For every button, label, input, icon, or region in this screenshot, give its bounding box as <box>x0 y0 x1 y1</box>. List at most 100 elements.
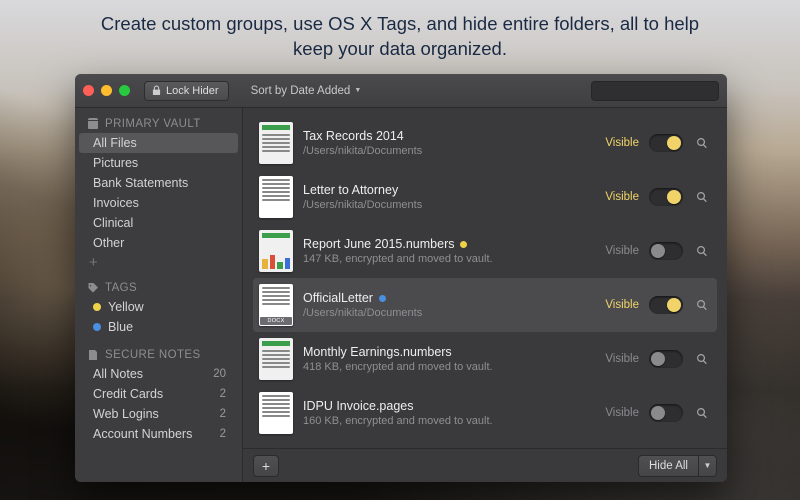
file-thumbnail <box>259 392 293 434</box>
traffic-lights <box>83 85 130 96</box>
file-row[interactable]: DOCXOfficialLetter/Users/nikita/Document… <box>253 278 717 332</box>
file-thumbnail <box>259 230 293 272</box>
toggle-knob <box>651 406 665 420</box>
add-file-button[interactable]: + <box>253 455 279 477</box>
reveal-in-finder-button[interactable] <box>693 188 711 206</box>
visibility-label: Visible <box>595 245 639 257</box>
file-list: Tax Records 2014/Users/nikita/Documents V… <box>243 108 727 448</box>
search-icon <box>696 245 708 257</box>
tag-color-dot <box>460 241 467 248</box>
file-subtitle: 147 KB, encrypted and moved to vault. <box>303 253 585 265</box>
sidebar: PRIMARY VAULT All Files Pictures Bank Stat… <box>75 108 243 482</box>
section-header-tags: TAGS <box>75 278 242 297</box>
close-icon[interactable] <box>83 85 94 96</box>
search-icon <box>696 407 708 419</box>
tag-icon <box>87 282 99 294</box>
toggle-knob <box>667 136 681 150</box>
section-header-label: PRIMARY VAULT <box>105 118 201 130</box>
file-meta: IDPU Invoice.pages160 KB, encrypted and … <box>303 399 585 427</box>
visibility-toggle[interactable] <box>649 188 683 206</box>
section-header-label: SECURE NOTES <box>105 349 201 361</box>
marketing-tagline: Create custom groups, use OS X Tags, and… <box>0 12 800 62</box>
sidebar-item-invoices[interactable]: Invoices <box>79 193 238 213</box>
reveal-in-finder-button[interactable] <box>693 350 711 368</box>
lock-hider-button[interactable]: Lock Hider <box>144 81 229 101</box>
reveal-in-finder-button[interactable] <box>693 134 711 152</box>
section-header-label: TAGS <box>105 282 137 294</box>
file-row[interactable]: Tax Records 2014/Users/nikita/DocumentsV… <box>253 116 717 170</box>
notes-icon <box>87 349 99 361</box>
visibility-toggle[interactable] <box>649 296 683 314</box>
file-name: Monthly Earnings.numbers <box>303 345 585 359</box>
sidebar-note-web-logins[interactable]: Web Logins2 <box>79 404 238 424</box>
file-row[interactable]: Report June 2015.numbers 147 KB, encrypte… <box>253 224 717 278</box>
section-header-secure-notes: SECURE NOTES <box>75 345 242 364</box>
search-input[interactable] <box>602 85 727 97</box>
file-subtitle: /Users/nikita/Documents <box>303 307 585 319</box>
sidebar-item-label: Pictures <box>93 156 138 170</box>
file-thumbnail <box>259 338 293 380</box>
sidebar-tag-yellow[interactable]: Yellow <box>79 297 238 317</box>
sidebar-item-count: 2 <box>220 388 226 400</box>
reveal-in-finder-button[interactable] <box>693 296 711 314</box>
file-row[interactable]: IDPU Invoice.pages160 KB, encrypted and … <box>253 386 717 440</box>
sidebar-item-other[interactable]: Other <box>79 233 238 253</box>
visibility-toggle[interactable] <box>649 350 683 368</box>
sidebar-item-label: Yellow <box>108 300 144 314</box>
file-thumbnail <box>259 122 293 164</box>
minimize-icon[interactable] <box>101 85 112 96</box>
file-name: Tax Records 2014 <box>303 129 585 143</box>
sidebar-item-count: 20 <box>213 368 226 380</box>
sidebar-item-pictures[interactable]: Pictures <box>79 153 238 173</box>
file-name: Letter to Attorney <box>303 183 585 197</box>
file-subtitle: /Users/nikita/Documents <box>303 199 585 211</box>
add-group-button[interactable]: + <box>75 253 242 272</box>
file-row[interactable]: Monthly Earnings.numbers 418 KB, encrypte… <box>253 332 717 386</box>
toggle-knob <box>667 298 681 312</box>
file-name: Report June 2015.numbers <box>303 237 585 251</box>
sidebar-item-count: 2 <box>220 428 226 440</box>
lock-icon <box>152 85 161 96</box>
file-thumbnail <box>259 176 293 218</box>
file-subtitle: 418 KB, encrypted and moved to vault. <box>303 361 585 373</box>
sidebar-item-label: Clinical <box>93 216 133 230</box>
vault-icon <box>87 118 99 130</box>
reveal-in-finder-button[interactable] <box>693 404 711 422</box>
visibility-label: Visible <box>595 353 639 365</box>
chevron-down-icon[interactable]: ▼ <box>698 456 716 476</box>
search-field[interactable] <box>591 81 719 101</box>
sidebar-item-label: All Files <box>93 136 137 150</box>
search-icon <box>696 191 708 203</box>
visibility-toggle[interactable] <box>649 134 683 152</box>
file-meta: OfficialLetter/Users/nikita/Documents <box>303 291 585 319</box>
tag-color-dot <box>93 303 101 311</box>
sidebar-item-label: Account Numbers <box>93 427 192 441</box>
file-subtitle: 160 KB, encrypted and moved to vault. <box>303 415 585 427</box>
sidebar-item-bank-statements[interactable]: Bank Statements <box>79 173 238 193</box>
sidebar-note-all-notes[interactable]: All Notes20 <box>79 364 238 384</box>
visibility-label: Visible <box>595 407 639 419</box>
sidebar-item-label: Web Logins <box>93 407 159 421</box>
visibility-toggle[interactable] <box>649 242 683 260</box>
sidebar-tag-blue[interactable]: Blue <box>79 317 238 337</box>
file-row[interactable]: Letter to Attorney/Users/nikita/Document… <box>253 170 717 224</box>
sidebar-note-credit-cards[interactable]: Credit Cards2 <box>79 384 238 404</box>
sidebar-item-label: Invoices <box>93 196 139 210</box>
toggle-knob <box>651 352 665 366</box>
toggle-knob <box>651 244 665 258</box>
sidebar-note-account-numbers[interactable]: Account Numbers 2 <box>79 424 238 444</box>
sidebar-item-all-files[interactable]: All Files <box>79 133 238 153</box>
sidebar-item-clinical[interactable]: Clinical <box>79 213 238 233</box>
zoom-icon[interactable] <box>119 85 130 96</box>
titlebar: Lock Hider Sort by Date Added ▼ <box>75 74 727 108</box>
search-icon <box>696 353 708 365</box>
hide-all-button[interactable]: Hide All ▼ <box>638 455 717 477</box>
main-pane: Tax Records 2014/Users/nikita/Documents V… <box>243 108 727 482</box>
sort-menu[interactable]: Sort by Date Added ▼ <box>251 85 583 97</box>
file-name: OfficialLetter <box>303 291 585 305</box>
visibility-toggle[interactable] <box>649 404 683 422</box>
sidebar-item-label: Bank Statements <box>93 176 188 190</box>
search-icon <box>696 137 708 149</box>
chevron-down-icon: ▼ <box>354 87 361 94</box>
reveal-in-finder-button[interactable] <box>693 242 711 260</box>
